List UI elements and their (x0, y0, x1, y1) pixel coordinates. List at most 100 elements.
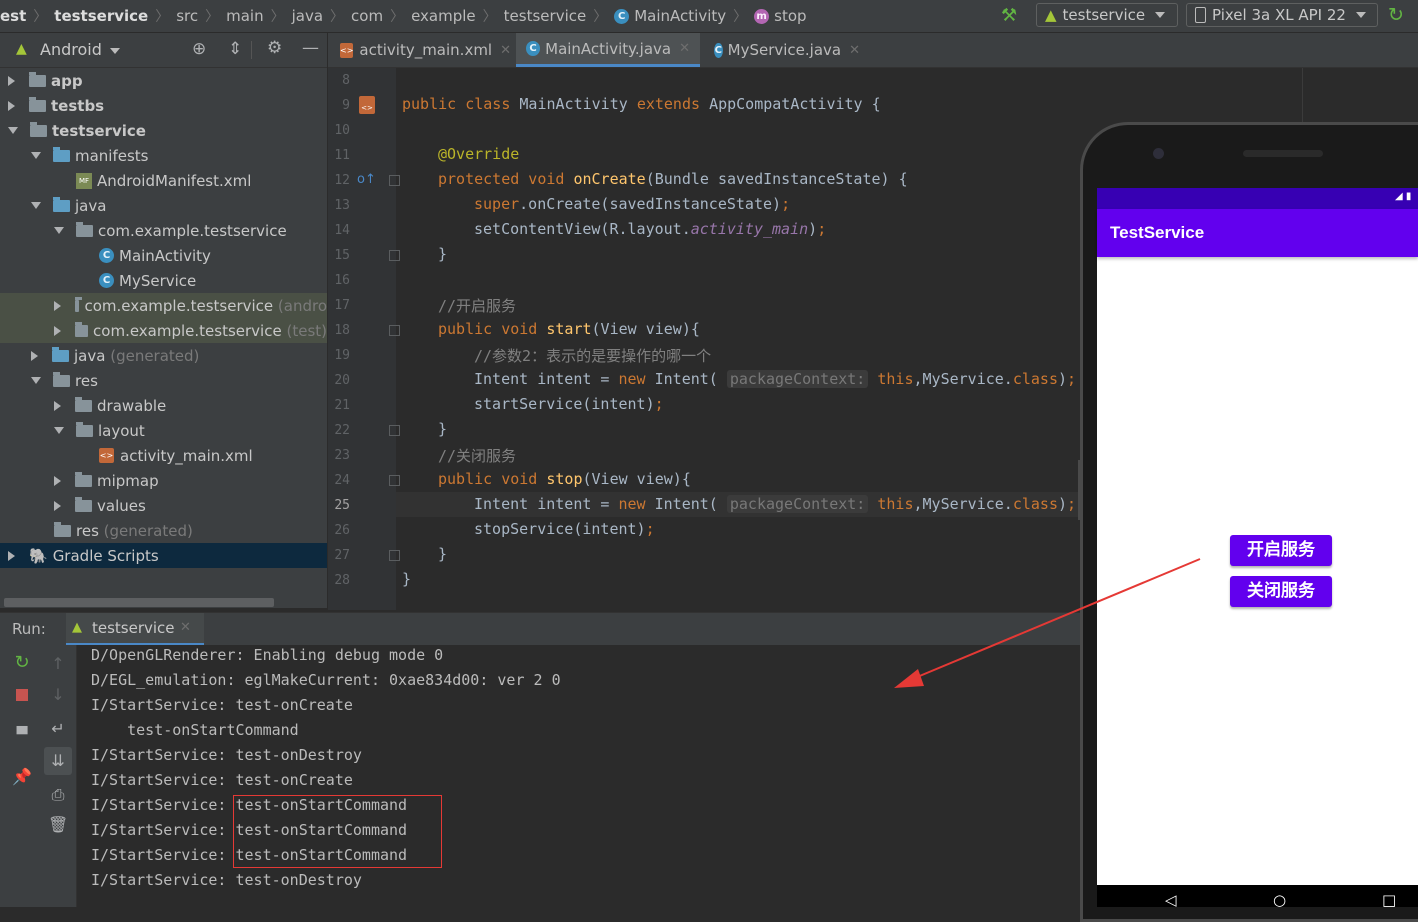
collapse-arrow-icon[interactable] (8, 127, 18, 134)
breadcrumb-item[interactable]: est (0, 7, 26, 25)
code-comment[interactable]: //参数2：表示的是要操作的哪一个 (474, 345, 711, 366)
recents-nav-icon[interactable]: □ (1382, 891, 1396, 909)
breadcrumb-item[interactable]: src (176, 7, 198, 25)
tree-item-myservice[interactable]: C MyService (0, 268, 327, 293)
arrow-up-icon[interactable]: ↑ (48, 654, 68, 674)
close-icon[interactable]: ✕ (180, 620, 191, 635)
expand-arrow-icon[interactable] (54, 325, 61, 336)
stop-icon[interactable] (12, 685, 32, 705)
expand-arrow-icon[interactable] (8, 100, 15, 111)
code-line[interactable]: Intent intent = new Intent( packageConte… (474, 370, 1076, 388)
tree-item-app[interactable]: app (0, 68, 327, 93)
device-select[interactable]: Pixel 3a XL API 22 (1186, 3, 1378, 27)
tree-item-package-test[interactable]: com.example.testservice (test) (0, 318, 327, 343)
layout-gutter-icon[interactable]: <> (359, 96, 375, 114)
home-nav-icon[interactable]: ○ (1273, 891, 1286, 909)
expand-arrow-icon[interactable] (31, 350, 38, 361)
tree-item-androidmanifest[interactable]: MF AndroidManifest.xml (0, 168, 327, 193)
breadcrumb-item[interactable]: stop (774, 7, 806, 25)
breadcrumb-item[interactable]: testservice (54, 7, 148, 25)
tree-item-mipmap[interactable]: mipmap (0, 468, 327, 493)
expand-arrow-icon[interactable] (54, 300, 61, 311)
tree-item-drawable[interactable]: drawable (0, 393, 327, 418)
fold-marker-icon[interactable] (389, 325, 400, 336)
expand-arrow-icon[interactable] (8, 550, 15, 561)
code-line[interactable]: public void start(View view){ (438, 320, 700, 338)
build-hammer-icon[interactable]: ⚒ (1001, 5, 1023, 27)
breadcrumb-item[interactable]: testservice (504, 7, 587, 25)
chevron-down-icon[interactable] (110, 48, 120, 54)
tree-item-activity-main-xml[interactable]: <> activity_main.xml (0, 443, 327, 468)
breadcrumb-item[interactable]: com (351, 7, 383, 25)
override-gutter-icon[interactable]: o↑ (357, 172, 376, 187)
code-comment[interactable]: //开启服务 (438, 295, 516, 316)
run-tab-testservice[interactable]: ▲ testservice ✕ (66, 613, 204, 646)
expand-arrow-icon[interactable] (54, 400, 61, 411)
rerun-icon[interactable]: ↻ (12, 653, 32, 673)
tree-item-mainactivity[interactable]: C MainActivity (0, 243, 327, 268)
tree-item-res-generated[interactable]: res (generated) (0, 518, 327, 543)
scroll-to-end-icon[interactable]: ⇊ (44, 747, 72, 775)
tree-item-values[interactable]: values (0, 493, 327, 518)
code-line[interactable]: } (402, 570, 411, 588)
code-line[interactable]: } (438, 245, 447, 263)
pin-icon[interactable]: 📌 (12, 767, 32, 787)
collapse-arrow-icon[interactable] (31, 202, 41, 209)
code-line[interactable]: public void stop(View view){ (438, 470, 691, 488)
code-line[interactable]: } (438, 545, 447, 563)
code-line[interactable]: protected void onCreate(Bundle savedInst… (438, 170, 908, 188)
collapse-arrow-icon[interactable] (54, 427, 64, 434)
tab-activity-main-xml[interactable]: <> activity_main.xml ✕ (330, 33, 514, 67)
tree-item-java[interactable]: java (0, 193, 327, 218)
expand-arrow-icon[interactable] (54, 475, 61, 486)
collapse-arrow-icon[interactable] (31, 377, 41, 384)
breadcrumb-item[interactable]: main (226, 7, 263, 25)
trash-icon[interactable]: 🗑 (48, 815, 68, 835)
run-config-select[interactable]: ▲ testservice (1036, 3, 1178, 27)
tree-item-res[interactable]: res (0, 368, 327, 393)
tree-item-testservice[interactable]: testservice (0, 118, 327, 143)
layout-icon[interactable]: ▀ (12, 725, 32, 745)
fold-marker-icon[interactable] (389, 425, 400, 436)
expand-arrow-icon[interactable] (54, 500, 61, 511)
tree-item-manifests[interactable]: manifests (0, 143, 327, 168)
fold-marker-icon[interactable] (389, 175, 400, 186)
close-icon[interactable]: ✕ (500, 43, 511, 58)
tab-myservice-java[interactable]: C MyService.java ✕ (704, 33, 870, 67)
tree-item-testbs[interactable]: testbs (0, 93, 327, 118)
fold-marker-icon[interactable] (389, 550, 400, 561)
tab-mainactivity-java[interactable]: C MainActivity.java ✕ (516, 33, 700, 67)
close-icon[interactable]: ✕ (849, 43, 860, 58)
collapse-arrow-icon[interactable] (54, 227, 64, 234)
tree-item-package[interactable]: com.example.testservice (0, 218, 327, 243)
code-line[interactable]: } (438, 420, 447, 438)
tree-item-gradle-scripts[interactable]: 🐘 Gradle Scripts (0, 543, 327, 568)
code-line[interactable]: @Override (438, 145, 519, 163)
breadcrumb-item[interactable]: java (292, 7, 323, 25)
project-view-select[interactable]: Android (40, 40, 102, 59)
print-icon[interactable]: ⎙ (48, 785, 68, 805)
minimize-icon[interactable]: — (302, 38, 319, 58)
close-icon[interactable]: ✕ (679, 41, 690, 56)
code-line[interactable]: startService(intent); (474, 395, 664, 413)
soft-wrap-icon[interactable]: ↵ (48, 719, 68, 739)
horizontal-scrollbar[interactable] (4, 598, 274, 607)
tree-item-java-generated[interactable]: java (generated) (0, 343, 327, 368)
arrow-down-icon[interactable]: ↓ (48, 685, 68, 705)
tree-item-package-androidtest[interactable]: com.example.testservice (andro (0, 293, 327, 318)
apply-changes-icon[interactable]: ↻ (1388, 4, 1410, 26)
code-comment[interactable]: //关闭服务 (438, 445, 516, 466)
locate-icon[interactable]: ⊕ (192, 39, 206, 59)
code-line[interactable]: stopService(intent); (474, 520, 655, 538)
code-line[interactable]: public class MainActivity extends AppCom… (402, 95, 881, 113)
breadcrumb-item[interactable]: example (411, 7, 476, 25)
start-service-button[interactable]: 开启服务 (1230, 535, 1332, 566)
tree-item-layout[interactable]: layout (0, 418, 327, 443)
collapse-icon[interactable]: ⇕ (228, 39, 242, 59)
collapse-arrow-icon[interactable] (31, 152, 41, 159)
gear-icon[interactable]: ⚙ (267, 38, 282, 58)
expand-arrow-icon[interactable] (8, 75, 15, 86)
breadcrumb-item[interactable]: MainActivity (634, 7, 726, 25)
fold-marker-icon[interactable] (389, 475, 400, 486)
fold-marker-icon[interactable] (389, 250, 400, 261)
